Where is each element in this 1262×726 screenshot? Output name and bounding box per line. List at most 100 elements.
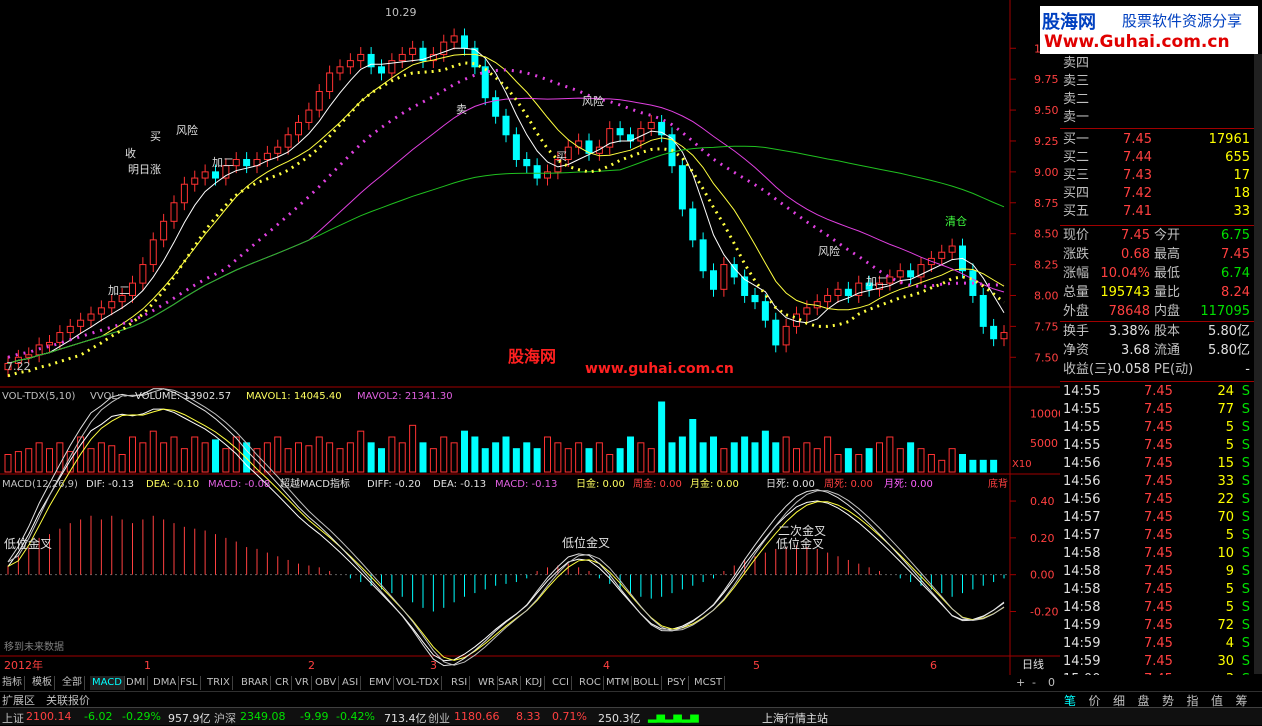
period-label[interactable]: 日线 (1022, 657, 1044, 671)
indicator-tab[interactable]: CR (273, 676, 292, 690)
tab-related-quote[interactable]: 关联报价 (46, 692, 90, 708)
volume-bar (160, 442, 168, 473)
candle-body (108, 301, 116, 309)
buy-level-label: 买五 (1063, 204, 1090, 219)
macd-super: 超越MACD指标 (280, 477, 350, 490)
tick-side: S (1241, 456, 1250, 471)
indicator-tab[interactable]: BRAR (239, 676, 272, 690)
indicator-tab[interactable]: ROC (577, 676, 604, 690)
candle-body (450, 35, 458, 43)
tick-price: 7.45 (1144, 546, 1173, 561)
stat-value: 8.24 (1221, 285, 1250, 300)
info-key: 换手 (1063, 324, 1090, 339)
indicator-tab[interactable]: OBV (313, 676, 340, 690)
info-row: 净资 3.68 流通 5.80亿 (1060, 342, 1262, 360)
stat-value: 195743 (1100, 285, 1150, 300)
vol-mavol2: MAVOL2: 21341.30 (357, 391, 453, 402)
status-hs-val: 2349.08 (240, 710, 286, 723)
buy-price: 7.43 (1123, 168, 1152, 183)
volume-bar (367, 442, 375, 473)
indicator-tab[interactable]: MACD (90, 676, 125, 690)
zoom-controls: + - 0 (1010, 675, 1060, 691)
volume-bar (284, 448, 292, 473)
indicator-tab[interactable]: ASI (340, 676, 362, 690)
candle-body (77, 319, 85, 327)
status-hs-chg: -9.99 (300, 710, 329, 723)
volume-bar (575, 442, 583, 473)
tick-row: 14:59 7.45 30 S (1060, 653, 1262, 671)
indicator-tab[interactable]: PSY (665, 676, 689, 690)
indicator-tab[interactable]: DMI (124, 676, 149, 690)
x-label-4: 4 (603, 659, 610, 672)
vol-title: VOL-TDX(5,10) (2, 391, 75, 402)
status-sh-chg: -6.02 (84, 710, 113, 723)
indicator-tab[interactable]: FSL (178, 676, 201, 690)
volume-bar (87, 448, 95, 473)
volume-bar (25, 448, 33, 473)
indicator-tab[interactable]: CCI (550, 676, 572, 690)
reset-button[interactable]: 0 (1048, 676, 1055, 689)
annotation-label: 明日涨 (128, 163, 161, 176)
indicator-tab[interactable]: DMA (151, 676, 180, 690)
indicator-tab[interactable]: BOLL (631, 676, 662, 690)
info-value: 3.38% (1108, 324, 1150, 339)
indicator-tab[interactable]: 指标 (0, 676, 25, 690)
panel-separator (1060, 225, 1262, 226)
macd-diff2: DIFF: -0.20 (367, 479, 421, 490)
macd-zhousi: 周死: 0.00 (824, 478, 873, 490)
macd-rijin: 日金: 0.00 (576, 477, 625, 490)
candle-body (834, 288, 842, 296)
indicator-tab[interactable]: MTM (604, 676, 633, 690)
high-label: 10.29 (385, 6, 417, 19)
tick-time: 14:57 (1063, 510, 1101, 525)
tick-price: 7.45 (1144, 384, 1173, 399)
tick-side: S (1241, 402, 1250, 417)
tick-time: 14:58 (1063, 582, 1101, 597)
price-tick-label: 9.75 (1034, 73, 1059, 86)
indicator-tab[interactable]: KDJ (523, 676, 546, 690)
indicator-tab[interactable]: MCST (692, 676, 726, 690)
watermark-url: www.guhai.com.cn (585, 361, 734, 377)
zoom-in-button[interactable]: + (1016, 676, 1025, 689)
indicator-tab[interactable]: RSI (449, 676, 471, 690)
volume-bar (212, 439, 219, 473)
volume-bar (917, 448, 925, 473)
tick-time: 14:56 (1063, 456, 1101, 471)
indicator-tab[interactable]: 全部 (60, 676, 85, 690)
volume-bar (481, 448, 489, 473)
candle-body (409, 47, 417, 55)
volume-bar (990, 459, 998, 473)
indicator-tab[interactable]: 模板 (30, 676, 55, 690)
kline-chart[interactable]: 109.759.509.259.008.758.508.258.007.757.… (0, 0, 1060, 675)
candle-body (357, 53, 365, 62)
indicator-tab[interactable]: SAR (496, 676, 522, 690)
price-tick-label: 7.75 (1034, 320, 1059, 333)
zoom-out-button[interactable]: - (1032, 676, 1036, 689)
tick-row: 14:55 7.45 24 S (1060, 383, 1262, 401)
candle-body (896, 270, 904, 278)
volume-bar (149, 430, 157, 473)
site-banner[interactable]: 股海网 股票软件资源分享 Www.Guhai.com.cn (1040, 6, 1258, 54)
tab-expand[interactable]: 扩展区 (2, 692, 35, 708)
stat-row: 外盘 78648 内盘 117095 (1060, 303, 1262, 321)
volume-bar (813, 448, 821, 473)
candle-body (274, 146, 282, 154)
quote-scrollbar[interactable] (1254, 54, 1262, 674)
tick-time: 14:58 (1063, 564, 1101, 579)
tick-time: 14:55 (1063, 402, 1101, 417)
volume-bar (761, 430, 769, 473)
annotation-label: 买 (150, 130, 161, 143)
buy-row: 买三 7.43 17 (1060, 167, 1262, 185)
indicator-tab[interactable]: VOL-TDX (394, 676, 443, 690)
future-data-text: 移到未来数据 (4, 640, 64, 653)
indicator-tab[interactable]: TRIX (205, 676, 233, 690)
candle-body (263, 152, 271, 161)
stat-value: 78648 (1108, 304, 1150, 319)
indicator-tab[interactable]: VR (293, 676, 312, 690)
annotation-label: 加二 (866, 275, 888, 288)
tick-row: 14:57 7.45 5 S (1060, 527, 1262, 545)
tick-time: 14:57 (1063, 528, 1101, 543)
indicator-tab[interactable]: EMV (367, 676, 394, 690)
tick-volume: 77 (1217, 402, 1234, 417)
indicator-tab[interactable]: WR (476, 676, 498, 690)
